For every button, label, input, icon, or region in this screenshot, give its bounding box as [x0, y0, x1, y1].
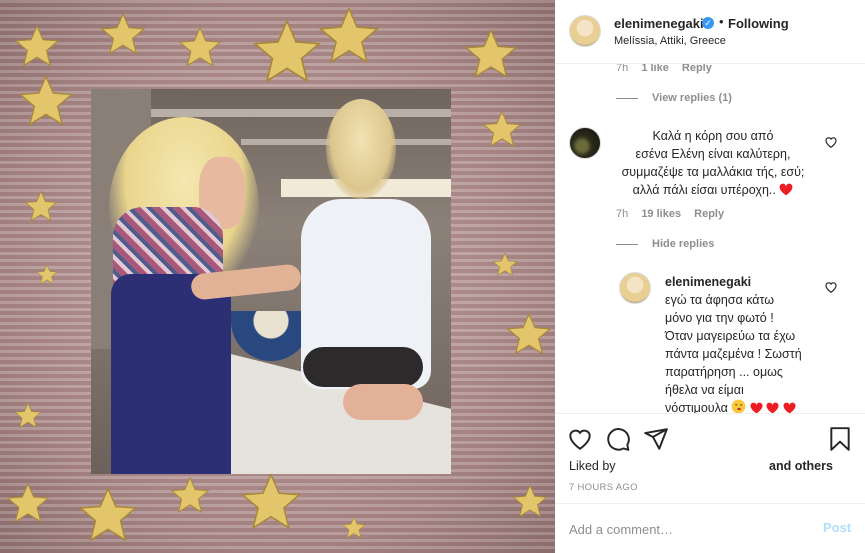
comment-line-last: αλλά πάλι είσαι υπέροχη.. — [585, 181, 841, 199]
comment-time: 7h — [616, 64, 629, 74]
reply-line-last: νόστιμουλα — [665, 399, 825, 413]
star-icon — [464, 28, 518, 82]
post-actions: Liked by and others 7 HOURS AGO — [555, 413, 865, 513]
divider-line — [616, 98, 638, 99]
divider-line — [616, 244, 638, 245]
reply-line: Όταν μαγειρεύω τα έχω — [665, 329, 796, 343]
star-icon — [506, 312, 552, 358]
reply-button[interactable]: Reply — [694, 208, 724, 220]
red-heart-emoji-icon — [766, 402, 779, 413]
red-heart-emoji-icon — [783, 402, 796, 413]
post-header: elenimenegaki ✓ • Following Melíssia, At… — [555, 0, 865, 64]
reply-username[interactable]: elenimenegaki — [665, 273, 825, 291]
star-icon — [18, 74, 74, 130]
post-timestamp[interactable]: 7 HOURS AGO — [569, 482, 638, 493]
star-icon — [170, 476, 210, 516]
separator-dot: • — [719, 14, 724, 29]
comment-meta: 7h 1 like Reply — [616, 64, 722, 74]
star-icon — [14, 24, 60, 70]
star-icon — [36, 264, 58, 286]
star-icon — [252, 18, 322, 88]
comment-line: Καλά η κόρη σου από — [652, 129, 774, 143]
avatar[interactable] — [619, 272, 651, 304]
location-link[interactable]: Melíssia, Attiki, Greece — [614, 35, 726, 47]
star-icon — [14, 402, 42, 430]
star-icon — [492, 252, 518, 278]
reply-line: ήθελα να είμαι — [665, 383, 744, 397]
heart-icon[interactable] — [567, 426, 593, 452]
and-others-link[interactable]: and others — [769, 459, 833, 473]
star-icon — [342, 516, 366, 540]
add-comment-bar: Post — [555, 503, 865, 553]
reply-line-text: νόστιμουλα — [665, 401, 728, 413]
post-button[interactable]: Post — [823, 520, 851, 535]
kitchen-photo — [91, 89, 451, 474]
star-icon — [100, 12, 146, 58]
bookmark-icon[interactable] — [827, 426, 853, 452]
post-media[interactable] — [0, 0, 555, 553]
verified-badge-icon: ✓ — [702, 17, 714, 29]
post-sidebar: elenimenegaki ✓ • Following Melíssia, At… — [555, 0, 865, 553]
comment-meta: 7h 19 likes Reply — [616, 208, 734, 220]
reply-button[interactable]: Reply — [682, 64, 712, 74]
comment-line: εσένα Ελένη είναι καλύτερη, — [635, 147, 791, 161]
comment-line: συμμαζέψε τα μαλλάκια τής, εσύ; — [621, 165, 805, 179]
liked-by-label: Liked by — [569, 459, 616, 473]
winking-face-emoji-icon — [732, 399, 746, 413]
star-icon — [78, 486, 138, 546]
red-heart-emoji-icon — [779, 183, 793, 196]
username-link[interactable]: elenimenegaki — [614, 16, 704, 31]
red-heart-emoji-icon — [750, 402, 763, 413]
comment-time: 7h — [616, 208, 629, 220]
star-icon — [512, 484, 548, 520]
comment-line-text: αλλά πάλι είσαι υπέροχη.. — [632, 183, 776, 197]
avatar[interactable] — [569, 15, 601, 47]
share-icon[interactable] — [643, 426, 669, 452]
following-button[interactable]: Following — [728, 16, 789, 31]
reply-line: μόνο για την φωτό ! — [665, 311, 774, 325]
comment-icon[interactable] — [605, 426, 631, 452]
add-comment-input[interactable] — [569, 520, 799, 538]
reply-text: elenimenegaki εγώ τα άφησα κάτω μόνο για… — [665, 273, 825, 413]
comment-likes[interactable]: 19 likes — [641, 208, 681, 220]
star-icon — [482, 110, 522, 150]
star-icon — [178, 26, 222, 70]
reply-line: παρατήρηση ... ομως — [665, 365, 783, 379]
comments-list[interactable]: 7h 1 like Reply View replies (1) Καλά η … — [555, 64, 865, 413]
reply-line: πάντα μαζεμένα ! Σωστή — [665, 347, 802, 361]
comment-text: Καλά η κόρη σου από εσένα Ελένη είναι κα… — [585, 127, 841, 199]
view-replies-button[interactable]: View replies (1) — [652, 92, 732, 104]
reply-line: εγώ τα άφησα κάτω — [665, 293, 775, 307]
star-icon — [240, 472, 302, 534]
comment-likes[interactable]: 1 like — [641, 64, 669, 74]
star-icon — [6, 482, 50, 526]
star-icon — [24, 190, 58, 224]
like-comment-heart-icon[interactable] — [824, 280, 838, 294]
like-comment-heart-icon[interactable] — [824, 135, 838, 149]
hide-replies-button[interactable]: Hide replies — [652, 238, 714, 250]
star-icon — [318, 6, 380, 68]
